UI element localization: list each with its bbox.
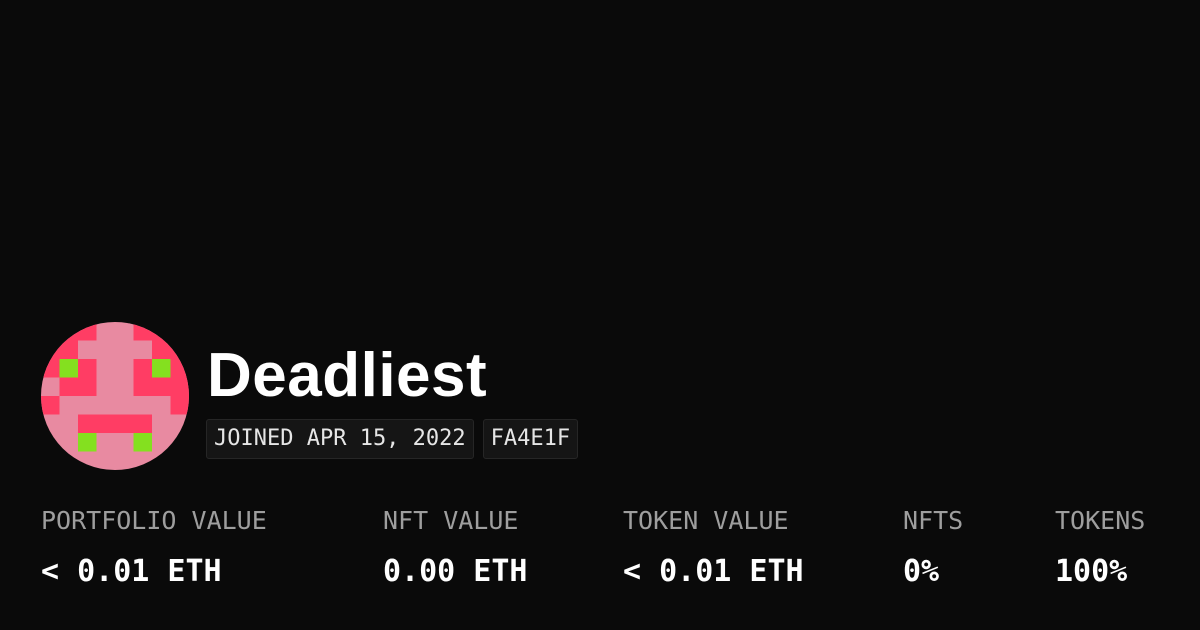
avatar-pixel [133,359,152,378]
stat-value: 0% [903,554,940,589]
joined-date-badge: JOINED APR 15, 2022 [206,419,474,459]
avatar-pixel [41,359,60,378]
stat-value: < 0.01 ETH [623,554,804,589]
avatar-eye-left [59,359,78,378]
pixel-face-avatar-icon [41,322,189,470]
avatar-pixel [78,433,97,452]
stat-label: NFT VALUE [383,506,519,535]
avatar-pixel [133,322,189,341]
avatar-pixel [133,377,189,396]
stat-label: TOKENS [1055,506,1146,535]
stat-token-value: TOKEN VALUE < 0.01 ETH [623,503,804,590]
avatar-pixel [152,340,189,359]
profile-name: Deadliest [207,341,488,410]
avatar-pixel [41,340,78,359]
stat-value: 100% [1055,554,1128,589]
stat-portfolio-value: PORTFOLIO VALUE < 0.01 ETH [41,503,267,590]
avatar-mouth [78,414,152,433]
avatar-pixel [170,396,189,415]
stat-label: PORTFOLIO VALUE [41,506,267,535]
avatar [41,322,189,470]
stat-nft-value: NFT VALUE 0.00 ETH [383,503,528,590]
stat-value: < 0.01 ETH [41,554,222,589]
color-code-badge: FA4E1F [482,419,579,459]
avatar-pixel [41,396,60,415]
avatar-pixel [59,377,97,396]
avatar-pixel [170,359,189,378]
stat-nfts-share: NFTS 0% [903,503,963,590]
avatar-pixel [78,359,97,378]
stat-value: 0.00 ETH [383,554,528,589]
stat-label: TOKEN VALUE [623,506,789,535]
avatar-pixel [133,433,152,452]
stat-tokens-share: TOKENS 100% [1055,503,1145,590]
stat-label: NFTS [903,506,964,535]
avatar-pixel [41,322,97,341]
avatar-eye-right [152,359,171,378]
profile-badges: JOINED APR 15, 2022 FA4E1F [206,419,579,459]
